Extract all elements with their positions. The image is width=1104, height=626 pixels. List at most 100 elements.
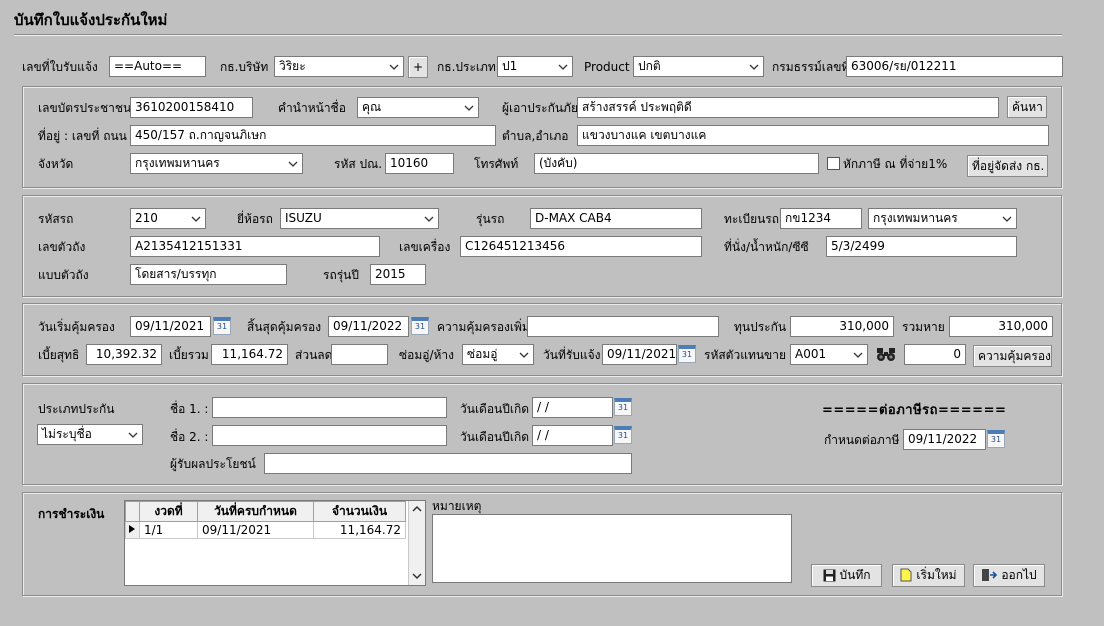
start-date-input[interactable]: 09/11/2021 [130, 316, 211, 337]
policy-input[interactable]: 63006/รย/012211 [846, 56, 1063, 77]
row-indicator-header [125, 501, 140, 522]
tax-renewal-heading: =====ต่อภาษีรถ====== [822, 403, 1007, 418]
repair-select[interactable]: ซ่อมอู่ [462, 344, 534, 365]
receipt-no-label: เลขที่ใบรับแจ้ง [22, 60, 98, 74]
tax-due-input[interactable]: 09/11/2022 [903, 429, 986, 450]
save-button[interactable]: บันทึก [811, 564, 882, 587]
beneficiary-input[interactable] [264, 453, 632, 474]
exit-door-icon [982, 569, 998, 581]
withhold-tax-checkbox[interactable] [827, 157, 840, 170]
end-date-input[interactable]: 09/11/2022 [328, 316, 409, 337]
vehicle-code-select[interactable]: 210 [130, 208, 206, 229]
calendar-icon[interactable]: 31 [678, 345, 696, 363]
coverage-button[interactable]: ความคุ้มครอง [973, 345, 1052, 367]
phone-input[interactable]: (บังคับ) [534, 153, 819, 174]
type-label: กธ.ประเภท [437, 60, 496, 74]
chevron-down-icon [191, 216, 201, 222]
calendar-icon[interactable]: 31 [411, 317, 429, 335]
search-button[interactable]: ค้นหา [1007, 96, 1047, 118]
engine-label: เลขเครื่อง [399, 240, 451, 254]
product-label: Product [584, 60, 630, 74]
add-company-button[interactable]: + [408, 56, 428, 78]
remark-label: หมายเหตุ [432, 499, 482, 513]
start-label: วันเริ่มคุ้มครอง [38, 320, 115, 334]
discount-input[interactable] [331, 344, 388, 365]
dob1-input[interactable]: / / [532, 397, 613, 418]
prefix-select[interactable]: คุณ [357, 97, 479, 118]
gross-premium-input[interactable]: 11,164.72 [211, 344, 288, 365]
insurance-type-value: ไม่ระบุชื่อ [42, 427, 92, 441]
agent-number-input[interactable]: 0 [904, 344, 966, 365]
company-label: กธ.บริษัท [220, 60, 269, 74]
receipt-no-input[interactable]: ==Auto== [109, 56, 206, 77]
window-title: บันทึกใบแจ้งประกันใหม่ [14, 11, 168, 29]
vehicle-code-value: 210 [135, 211, 158, 225]
notify-date-input[interactable]: 09/11/2021 [602, 344, 677, 365]
chevron-down-icon [128, 432, 138, 438]
model-input[interactable]: D-MAX CAB4 [530, 208, 702, 229]
id-input[interactable]: 3610200158410 [130, 97, 253, 118]
province-select[interactable]: กรุงเทพมหานคร [130, 153, 303, 174]
driver2-label: ชื่อ 2. : [170, 430, 209, 444]
extra-coverage-label: ความคุ้มครองเพิ่ม [437, 320, 530, 334]
scroll-down-icon[interactable] [412, 572, 422, 580]
calendar-icon[interactable]: 31 [614, 426, 632, 444]
chassis-input[interactable]: A2135412151331 [130, 236, 380, 257]
address-label: ที่อยู่ : เลขที่ ถนน [38, 129, 127, 143]
extra-coverage-input[interactable] [527, 316, 719, 337]
agent-select[interactable]: A001 [790, 344, 868, 365]
discount-label: ส่วนลด [295, 348, 333, 362]
sum-insured-input[interactable]: 310,000 [790, 316, 894, 337]
vehicle-code-label: รหัสรถ [38, 212, 74, 226]
year-input[interactable]: 2015 [370, 264, 426, 285]
binoculars-icon[interactable] [875, 346, 897, 362]
dob2-label: วันเดือนปีเกิด [460, 430, 530, 444]
company-select[interactable]: วิริยะ [274, 56, 404, 77]
installment-cell: 1/1 [139, 521, 198, 539]
grid-scrollbar[interactable] [408, 501, 425, 585]
insurance-type-select[interactable]: ไม่ระบุชื่อ [37, 424, 143, 445]
installment-header: งวดที่ [139, 501, 198, 522]
driver1-input[interactable] [212, 397, 447, 418]
address-input[interactable]: 450/157 ถ.กาญจนภิเษก [130, 125, 496, 146]
net-premium-input[interactable]: 10,392.32 [86, 344, 162, 365]
payment-grid[interactable]: งวดที่ วันที่ครบกำหนด จำนวนเงิน 1/1 09/1… [124, 500, 426, 586]
insured-name-input[interactable]: สร้างสรรค์ ประพฤติดี [577, 97, 999, 118]
notify-date-label: วันที่รับแจ้ง [543, 348, 601, 362]
brand-label: ยี่ห้อรถ [237, 212, 273, 226]
seats-input[interactable]: 5/3/2499 [826, 236, 1017, 257]
floppy-disk-icon [823, 569, 835, 582]
gross-premium-label: เบี้ยรวม [169, 348, 209, 362]
calendar-icon[interactable]: 31 [987, 430, 1005, 448]
insured-name-label: ผู้เอาประกันภัย [502, 101, 578, 115]
postcode-input[interactable]: 10160 [385, 153, 454, 174]
brand-select[interactable]: ISUZU [280, 208, 439, 229]
agent-label: รหัสตัวแทนขาย [704, 348, 787, 362]
engine-input[interactable]: C126451213456 [460, 236, 702, 257]
dob2-input[interactable]: / / [532, 425, 613, 446]
policy-label: กรมธรรม์เลขที่ [772, 60, 850, 74]
type-select[interactable]: ป1 [497, 56, 573, 77]
total-loss-input[interactable]: 310,000 [949, 316, 1053, 337]
new-button[interactable]: เริ่มใหม่ [892, 564, 965, 587]
province-value: กรุงเทพมหานคร [135, 156, 220, 170]
driver2-input[interactable] [212, 425, 447, 446]
product-select[interactable]: ปกติ [633, 56, 764, 77]
remark-textarea[interactable] [432, 514, 792, 583]
body-label: แบบตัวถัง [38, 268, 89, 282]
brand-value: ISUZU [285, 211, 322, 225]
plate-input[interactable]: กข1234 [780, 208, 862, 229]
scroll-up-icon[interactable] [412, 505, 422, 513]
calendar-icon[interactable]: 31 [614, 398, 632, 416]
plate-province-value: กรุงเทพมหานคร [873, 211, 958, 225]
chevron-down-icon [1002, 216, 1012, 222]
table-row[interactable]: 1/1 09/11/2021 11,164.72 [125, 521, 406, 539]
district-input[interactable]: แขวงบางแค เขตบางแค [577, 125, 1049, 146]
plate-province-select[interactable]: กรุงเทพมหานคร [868, 208, 1017, 229]
end-label: สิ้นสุดคุ้มครอง [247, 320, 322, 334]
tax-due-label: กำหนดต่อภาษี [824, 433, 900, 447]
ship-address-button[interactable]: ที่อยู่จัดส่ง กธ. [967, 155, 1048, 177]
calendar-icon[interactable]: 31 [213, 317, 231, 335]
exit-button[interactable]: ออกไป [973, 564, 1045, 587]
body-input[interactable]: โดยสาร/บรรทุก [130, 264, 287, 285]
